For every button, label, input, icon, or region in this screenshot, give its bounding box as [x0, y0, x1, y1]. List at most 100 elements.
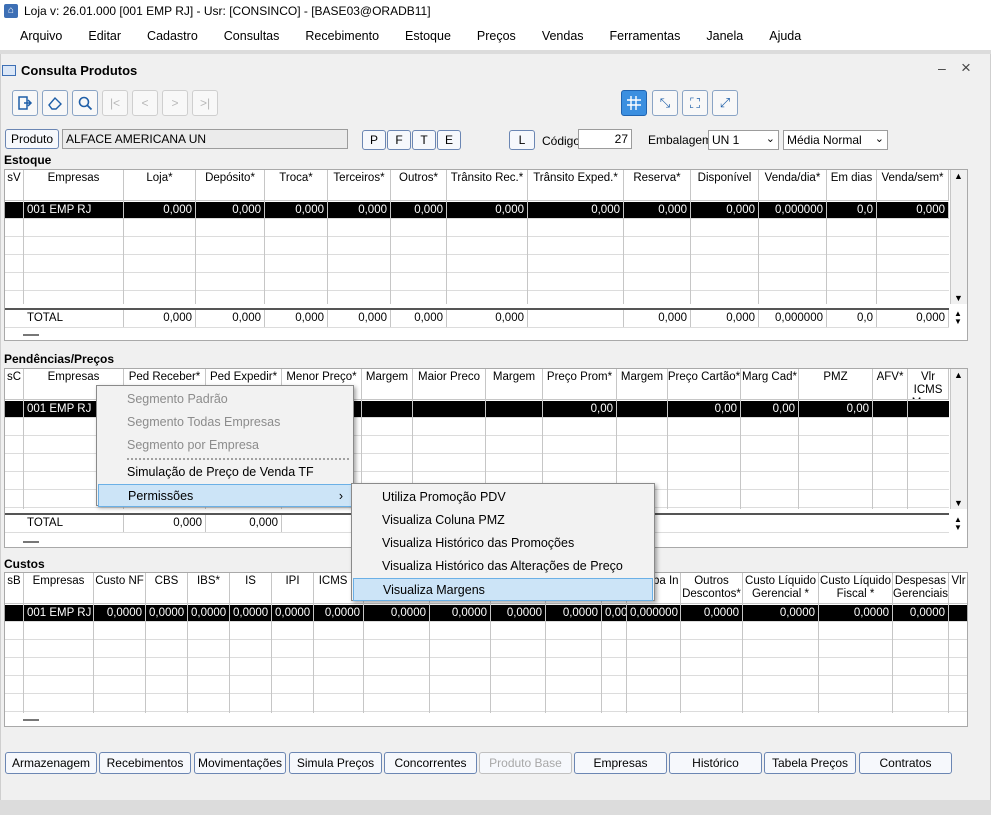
- estoque-header-transito-exped[interactable]: Trânsito Exped.*: [528, 170, 624, 201]
- pend-header-afv[interactable]: AFV*: [873, 369, 908, 400]
- produto-base-button[interactable]: Produto Base: [479, 752, 572, 774]
- tab-f-button[interactable]: F: [387, 130, 411, 150]
- scroll-down-icon[interactable]: ▼: [954, 498, 963, 508]
- menu-visualiza-historico-alteracoes-preco[interactable]: Visualiza Histórico das Alterações de Pr…: [352, 555, 654, 578]
- menu-janela[interactable]: Janela: [706, 29, 743, 43]
- media-select[interactable]: Média Normal ⌄: [783, 130, 888, 150]
- scroll-up-icon[interactable]: ▲: [954, 370, 963, 380]
- custos-header-outros-descontos[interactable]: Outros Descontos*: [681, 573, 743, 604]
- menu-precos[interactable]: Preços: [477, 29, 516, 43]
- estoque-empty-row[interactable]: [5, 274, 949, 291]
- menu-ajuda[interactable]: Ajuda: [769, 29, 801, 43]
- produto-button[interactable]: Produto: [5, 129, 59, 149]
- custos-header-custo-nf[interactable]: Custo NF: [94, 573, 146, 604]
- estoque-scrollbar[interactable]: ▲ ▼: [950, 170, 967, 304]
- embalagem-select[interactable]: UN 1 ⌄: [708, 130, 779, 150]
- estoque-splitter[interactable]: [23, 334, 39, 336]
- menu-permissoes[interactable]: Permissões ›: [98, 484, 352, 507]
- contratos-button[interactable]: Contratos: [859, 752, 952, 774]
- pend-header-margem-3[interactable]: Margem: [617, 369, 668, 400]
- prev-record-button[interactable]: <: [132, 90, 158, 116]
- next-record-button[interactable]: >: [162, 90, 188, 116]
- estoque-empty-row[interactable]: [5, 256, 949, 273]
- estoque-header-outros[interactable]: Outros*: [391, 170, 447, 201]
- historico-button[interactable]: Histórico: [669, 752, 762, 774]
- estoque-header-terceiros[interactable]: Terceiros*: [328, 170, 391, 201]
- clear-button[interactable]: [42, 90, 68, 116]
- menu-visualiza-historico-promocoes[interactable]: Visualiza Histórico das Promoções: [352, 532, 654, 555]
- menu-visualiza-coluna-pmz[interactable]: Visualiza Coluna PMZ: [352, 509, 654, 532]
- custos-header-despesas-gerenciais[interactable]: Despesas Gerenciais: [893, 573, 949, 604]
- l-button[interactable]: L: [509, 130, 535, 150]
- shrink-button[interactable]: ⤡: [652, 90, 678, 116]
- menu-segmento-padrao[interactable]: Segmento Padrão: [97, 388, 353, 411]
- estoque-header-disponivel[interactable]: Disponível: [691, 170, 759, 201]
- expand-button[interactable]: ⛶: [682, 90, 708, 116]
- menu-utiliza-promocao-pdv[interactable]: Utiliza Promoção PDV: [352, 486, 654, 509]
- menu-estoque[interactable]: Estoque: [405, 29, 451, 43]
- estoque-header-deposito[interactable]: Depósito*: [196, 170, 265, 201]
- custos-splitter[interactable]: [23, 719, 39, 721]
- scroll-up-icon[interactable]: ▲: [954, 171, 963, 181]
- first-record-button[interactable]: |<: [102, 90, 128, 116]
- estoque-header-transito-rec[interactable]: Trânsito Rec.*: [447, 170, 528, 201]
- custos-header-ipi[interactable]: IPI: [272, 573, 314, 604]
- menu-vendas[interactable]: Vendas: [542, 29, 584, 43]
- simula-precos-button[interactable]: Simula Preços: [289, 752, 382, 774]
- movimentacoes-button[interactable]: Movimentações: [194, 752, 286, 774]
- custos-header-sb[interactable]: sB: [5, 573, 24, 604]
- menu-editar[interactable]: Editar: [88, 29, 121, 43]
- estoque-empty-row[interactable]: [5, 238, 949, 255]
- estoque-spinner-icon[interactable]: ▲ ▼: [954, 310, 962, 326]
- estoque-header-reserva[interactable]: Reserva*: [624, 170, 691, 201]
- minimize-button[interactable]: –: [938, 60, 946, 76]
- estoque-header-loja[interactable]: Loja*: [124, 170, 196, 201]
- codigo-field[interactable]: 27: [578, 129, 632, 149]
- custos-header-ibs[interactable]: IBS*: [188, 573, 230, 604]
- tab-p-button[interactable]: P: [362, 130, 386, 150]
- tabela-precos-button[interactable]: Tabela Preços: [764, 752, 856, 774]
- pend-header-margem-1[interactable]: Margem: [362, 369, 413, 400]
- custos-header-custo-liq-fiscal[interactable]: Custo Líquido Fiscal *: [819, 573, 893, 604]
- pend-header-marg-cad[interactable]: Marg Cad*: [741, 369, 799, 400]
- pendencias-spinner-icon[interactable]: ▲ ▼: [954, 516, 962, 532]
- pend-header-margem-2[interactable]: Margem: [486, 369, 543, 400]
- custos-empty-row[interactable]: [5, 677, 967, 694]
- menu-visualiza-margens[interactable]: Visualiza Margens: [353, 578, 653, 601]
- custos-header-cbs[interactable]: CBS: [146, 573, 188, 604]
- custos-empty-row[interactable]: [5, 695, 967, 712]
- estoque-header-venda-sem[interactable]: Venda/sem*: [877, 170, 949, 201]
- menu-consultas[interactable]: Consultas: [224, 29, 280, 43]
- pend-header-pmz[interactable]: PMZ: [799, 369, 873, 400]
- custos-header-is[interactable]: IS: [230, 573, 272, 604]
- pendencias-scrollbar[interactable]: ▲ ▼: [950, 369, 967, 509]
- estoque-empty-row[interactable]: [5, 220, 949, 237]
- menu-segmento-todas-empresas[interactable]: Segmento Todas Empresas: [97, 411, 353, 434]
- concorrentes-button[interactable]: Concorrentes: [384, 752, 477, 774]
- last-record-button[interactable]: >|: [192, 90, 218, 116]
- collapse-button[interactable]: ⤢: [712, 90, 738, 116]
- search-button[interactable]: [72, 90, 98, 116]
- custos-empty-row[interactable]: [5, 623, 967, 640]
- estoque-header-troca[interactable]: Troca*: [265, 170, 328, 201]
- custos-empty-row[interactable]: [5, 659, 967, 676]
- custos-header-empresas[interactable]: Empresas: [24, 573, 94, 604]
- custos-header-custo-liq-gerencial[interactable]: Custo Líquido Gerencial *: [743, 573, 819, 604]
- exit-button[interactable]: [12, 90, 38, 116]
- scroll-down-icon[interactable]: ▼: [954, 293, 963, 303]
- estoque-header-venda-dia[interactable]: Venda/dia*: [759, 170, 827, 201]
- tab-e-button[interactable]: E: [437, 130, 461, 150]
- custos-empty-row[interactable]: [5, 641, 967, 658]
- pend-header-maior-preco[interactable]: Maior Preco: [413, 369, 486, 400]
- menu-arquivo[interactable]: Arquivo: [20, 29, 62, 43]
- menu-simulacao-preco[interactable]: Simulação de Preço de Venda TF: [97, 461, 353, 484]
- pend-header-sc[interactable]: sC: [5, 369, 24, 400]
- close-button[interactable]: ×: [961, 58, 971, 78]
- estoque-row[interactable]: 001 EMP RJ 0,000 0,000 0,000 0,000 0,000…: [5, 202, 949, 219]
- custos-header-vlr[interactable]: Vlr: [949, 573, 967, 604]
- pend-header-preco-cartao[interactable]: Preço Cartão*: [668, 369, 741, 400]
- menu-segmento-por-empresa[interactable]: Segmento por Empresa: [97, 434, 353, 457]
- estoque-header-empresas[interactable]: Empresas: [24, 170, 124, 201]
- empresas-button[interactable]: Empresas: [574, 752, 667, 774]
- grid-view-button[interactable]: [621, 90, 647, 116]
